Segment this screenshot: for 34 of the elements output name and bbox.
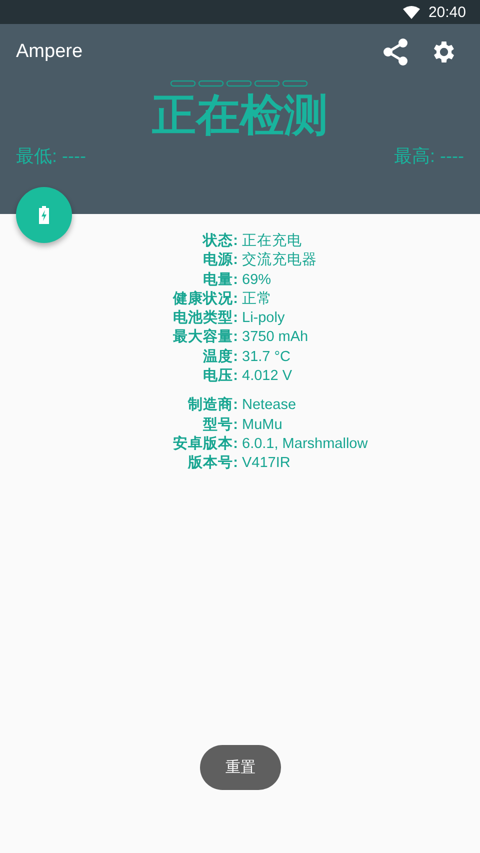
info-value: 4.012 V: [242, 367, 293, 386]
info-value: 69%: [242, 270, 272, 290]
info-label: 电压:: [202, 367, 238, 386]
min-reading: 最低: ----: [16, 145, 86, 168]
share-icon: [383, 38, 409, 66]
detection-status: 正在检测: [152, 91, 328, 140]
info-value: MuMu: [242, 416, 284, 435]
info-label: 安卓版本:: [172, 434, 238, 454]
info-label: 状态:: [201, 232, 238, 251]
info-label: 温度:: [202, 348, 238, 367]
info-value: Netease: [242, 396, 298, 416]
info-value: 3750 mAh: [242, 328, 310, 348]
app-title: Ampere: [16, 41, 84, 63]
info-label: 电量:: [202, 270, 238, 290]
battery-fab[interactable]: [16, 187, 72, 243]
info-label: 型号:: [202, 416, 238, 435]
wifi-icon: [403, 6, 420, 18]
info-value: 正常: [242, 290, 273, 309]
info-label: 电池类型:: [172, 309, 238, 328]
info-value: Li-poly: [242, 309, 286, 328]
max-reading: 最高: ----: [394, 145, 464, 168]
info-value: V417IR: [242, 454, 292, 474]
info-label: 电源:: [202, 251, 238, 270]
info-label: 健康状况:: [172, 290, 238, 309]
info-value: 交流充电器: [242, 251, 318, 270]
info-label: 制造商:: [186, 396, 238, 416]
info-value: 6.0.1, Marshmallow: [242, 434, 369, 454]
info-label: 版本号:: [186, 454, 238, 474]
status-time: 20:40: [428, 4, 466, 20]
info-label: 最大容量:: [172, 328, 238, 348]
info-value: 正在充电: [242, 232, 303, 251]
toast-message: 重置: [200, 745, 281, 790]
info-value: 31.7 °C: [242, 348, 292, 367]
battery-charging-icon: [39, 206, 49, 224]
